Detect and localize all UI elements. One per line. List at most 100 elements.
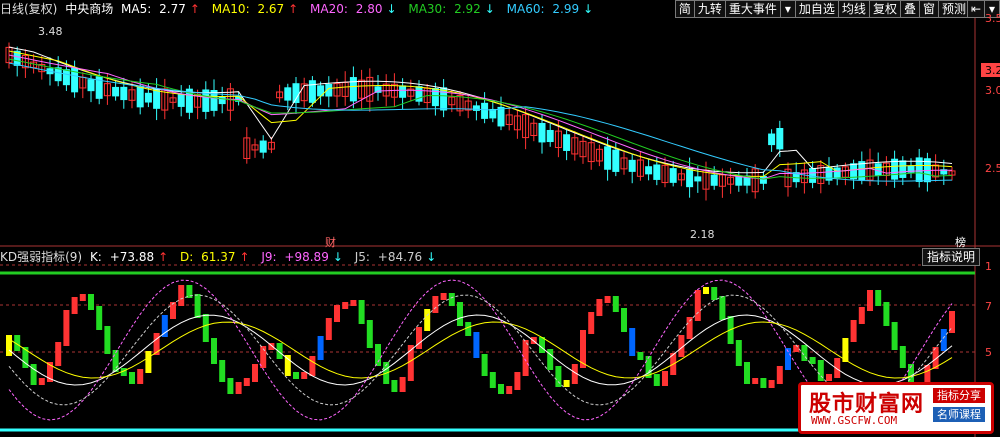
kd-j9-readout: J9: +98.89 ↓ <box>261 250 347 264</box>
kd-bar <box>826 374 832 381</box>
kd-bar <box>875 290 882 306</box>
kd-bar <box>612 296 619 312</box>
kd-j5-value: +84.76 <box>377 250 423 264</box>
kd-bar <box>432 296 439 313</box>
kd-bar <box>899 346 906 368</box>
kd-bar <box>137 369 144 384</box>
kd-bar <box>79 294 86 301</box>
kd-bar <box>104 326 111 354</box>
kd-bar <box>71 297 78 314</box>
moving-average-lines <box>8 46 953 182</box>
kd-bar <box>498 384 504 394</box>
kd-bar <box>194 294 201 318</box>
kd-bar <box>325 318 332 340</box>
kd-bar <box>227 378 234 394</box>
price-tick-label: 3.2 <box>985 64 1000 77</box>
kd-bar <box>235 382 242 394</box>
kd-bar <box>604 296 611 303</box>
kd-bar <box>563 380 570 387</box>
candle <box>489 108 497 119</box>
kd-bar <box>588 312 595 334</box>
kd-bar <box>752 378 759 384</box>
candle <box>628 159 636 172</box>
kd-bar <box>621 308 627 332</box>
kd-bar <box>858 307 865 324</box>
candle <box>153 88 161 109</box>
kd-j5-label: J5: <box>354 250 370 264</box>
candle <box>563 134 571 151</box>
kd-j9-label: J9: <box>261 250 277 264</box>
kd-bar <box>473 332 480 358</box>
kd-bar <box>850 320 857 342</box>
candle <box>538 122 546 143</box>
kd-bar <box>38 378 45 385</box>
kd-bar <box>514 372 521 390</box>
ma-line <box>8 54 952 180</box>
candle <box>144 92 152 103</box>
candle <box>694 176 702 182</box>
kd-bar <box>793 345 800 352</box>
kd-bar <box>219 360 226 382</box>
kd-bar <box>145 351 152 373</box>
candle <box>653 164 661 180</box>
candle <box>710 174 718 186</box>
kd-bar <box>6 335 12 356</box>
candle <box>136 85 144 108</box>
kd-k-readout: K: +73.88 ↑ <box>90 250 172 264</box>
kd-indicator-header: KD强弱指标(9) K: +73.88 ↑ D: 61.37 ↑ J9: +98.8… <box>0 248 444 266</box>
candlestick-series <box>5 42 956 201</box>
kd-bar <box>457 302 463 326</box>
candle <box>87 79 95 92</box>
watermark-logo: 股市财富网 WWW.GSCFW.COM 指标分享 名师课程 <box>798 382 994 434</box>
kd-bar <box>334 305 340 322</box>
kd-bar <box>301 372 308 379</box>
kd-bar <box>399 377 406 392</box>
kd-d-label: D: <box>180 250 194 264</box>
kd-bar <box>178 285 185 306</box>
candle <box>645 166 653 175</box>
price-tick-label: 3.5 <box>985 12 1000 25</box>
high-price-annotation: 3.48 <box>38 25 63 38</box>
kd-bar <box>596 299 603 316</box>
kd-bar <box>161 315 168 337</box>
kd-bar <box>170 302 176 319</box>
kd-bar <box>735 340 742 366</box>
kd-k-line <box>8 314 953 386</box>
kd-j9-value: +98.89 <box>284 250 329 264</box>
kd-bar <box>744 362 750 384</box>
candle <box>62 69 70 86</box>
kd-bar <box>883 302 890 326</box>
candle <box>768 133 776 146</box>
candle <box>899 160 907 178</box>
axis-labels: 3.5 3.2 3.0 2.5 1 7 5 <box>981 12 1000 359</box>
candle <box>218 96 226 105</box>
kd-bar <box>760 378 767 388</box>
kd-bar <box>391 380 398 392</box>
kd-bar <box>317 336 324 360</box>
candle <box>686 168 694 188</box>
candle <box>259 140 267 153</box>
ma-line <box>8 58 953 180</box>
candle <box>612 149 620 172</box>
kd-d-value: 61.37 <box>201 250 236 264</box>
kd-bar <box>202 314 209 342</box>
kd-bar <box>55 342 62 366</box>
candle <box>891 158 899 180</box>
candle <box>308 80 316 103</box>
kd-bar <box>637 352 644 360</box>
kd-bar <box>448 293 455 306</box>
kd-bar <box>891 322 898 350</box>
watermark-tag-share: 指标分享 <box>933 388 985 403</box>
candle <box>874 163 882 176</box>
indicator-explain-button[interactable]: 指标说明 <box>921 248 980 266</box>
kd-bar <box>211 338 217 364</box>
kd-tick-label: 5 <box>985 346 992 359</box>
kd-tick-label: 1 <box>985 260 992 273</box>
kd-bar <box>662 371 668 386</box>
kd-bar <box>350 300 357 306</box>
kd-bar <box>284 355 291 376</box>
kd-bar <box>252 364 258 382</box>
kd-bar <box>776 366 783 384</box>
low-price-annotation: 2.18 <box>690 228 715 241</box>
candle <box>284 87 292 101</box>
